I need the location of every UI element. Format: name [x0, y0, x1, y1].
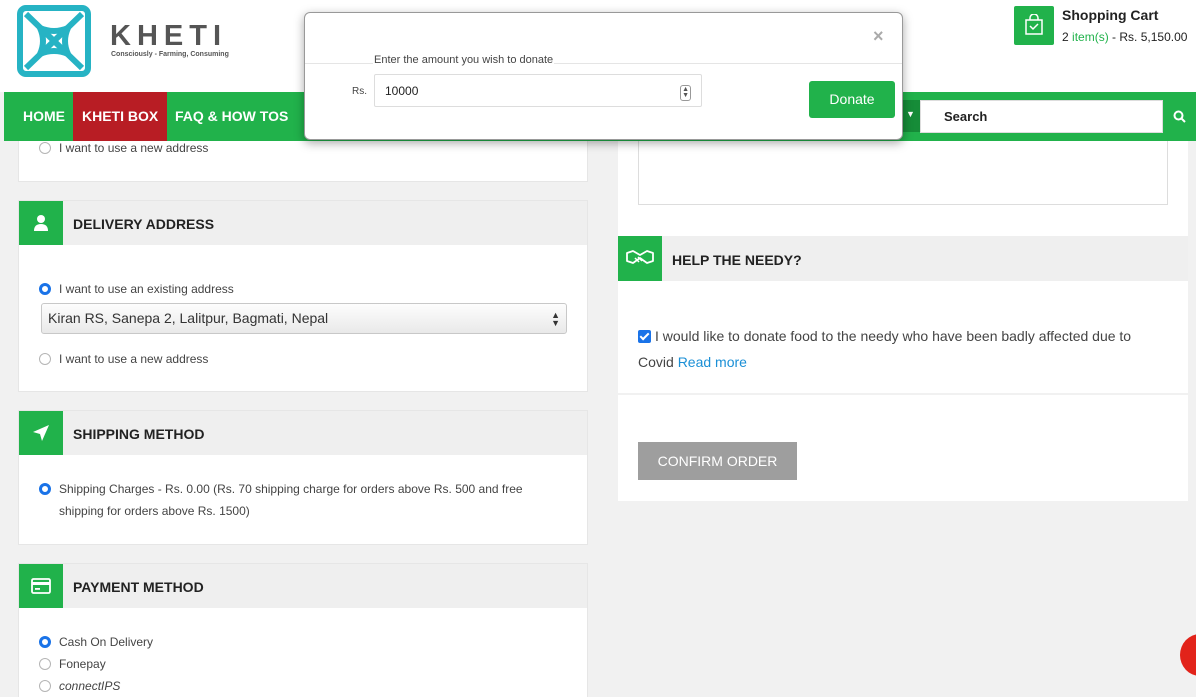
- number-spinner-icon[interactable]: ▲ ▼: [680, 85, 691, 101]
- address-select-value: Kiran RS, Sanepa 2, Lalitpur, Bagmati, N…: [48, 310, 329, 326]
- search-box: [920, 100, 1163, 133]
- billing-panel: I want to use a new address: [18, 141, 588, 182]
- payment-option-connectips[interactable]: connectIPS: [39, 675, 120, 697]
- delivery-title: DELIVERY ADDRESS: [73, 216, 215, 232]
- radio-button[interactable]: [39, 680, 51, 692]
- cart-count: 2: [1062, 30, 1069, 44]
- radio-button[interactable]: [39, 142, 51, 154]
- close-icon[interactable]: ×: [873, 27, 884, 45]
- payment-header: PAYMENT METHOD: [19, 564, 587, 608]
- radio-button-selected[interactable]: [39, 483, 51, 495]
- delivery-header: DELIVERY ADDRESS: [19, 201, 587, 245]
- user-icon: [19, 201, 63, 245]
- read-more-link[interactable]: Read more: [678, 354, 747, 370]
- donate-checkbox[interactable]: [638, 330, 651, 343]
- needy-title: HELP THE NEEDY?: [672, 252, 802, 268]
- select-arrows-icon: ▲ ▼: [551, 310, 560, 328]
- payment-option-cod[interactable]: Cash On Delivery: [39, 631, 153, 653]
- kheti-logo[interactable]: [16, 4, 92, 78]
- donation-modal: × Enter the amount you wish to donate Rs…: [304, 12, 903, 140]
- divider: [618, 393, 1188, 395]
- donate-food-option: I would like to donate food to the needy…: [638, 323, 1158, 375]
- radio-button-selected[interactable]: [39, 283, 51, 295]
- shipping-header: SHIPPING METHOD: [19, 411, 587, 455]
- donation-amount-input[interactable]: [375, 75, 701, 106]
- payment-title: PAYMENT METHOD: [73, 579, 204, 595]
- caret-down-icon: ▼: [906, 109, 915, 119]
- cart-summary[interactable]: 2 item(s) - Rs. 5,150.00: [1062, 30, 1187, 44]
- donate-button[interactable]: Donate: [809, 81, 895, 118]
- search-button[interactable]: [1163, 100, 1196, 133]
- cart-total: - Rs. 5,150.00: [1112, 30, 1188, 44]
- billing-new-address-option[interactable]: I want to use a new address: [39, 137, 208, 159]
- order-summary-column: HELP THE NEEDY? I would like to donate f…: [618, 141, 1188, 501]
- cart-items-label: item(s): [1072, 30, 1109, 44]
- needy-header: HELP THE NEEDY?: [618, 236, 1188, 281]
- payment-option-fonepay[interactable]: Fonepay: [39, 653, 106, 675]
- address-select[interactable]: Kiran RS, Sanepa 2, Lalitpur, Bagmati, N…: [41, 303, 567, 334]
- nav-kheti-box[interactable]: KHETI BOX: [73, 92, 168, 141]
- donation-amount-field: ▲▼: [374, 74, 702, 107]
- radio-button-selected[interactable]: [39, 636, 51, 648]
- credit-card-icon: [19, 564, 63, 608]
- payment-panel: PAYMENT METHOD Cash On Delivery Fonepay …: [18, 563, 588, 697]
- search-input[interactable]: [921, 101, 1162, 132]
- new-address-option[interactable]: I want to use a new address: [39, 348, 208, 370]
- handshake-icon: [618, 236, 662, 281]
- order-comment-textarea[interactable]: [638, 141, 1168, 205]
- location-arrow-icon: [19, 411, 63, 455]
- shipping-title: SHIPPING METHOD: [73, 426, 205, 442]
- shipping-panel: SHIPPING METHOD Shipping Charges - Rs. 0…: [18, 410, 588, 545]
- search-icon: [1173, 110, 1186, 123]
- nav-faq[interactable]: FAQ & HOW TOS: [166, 92, 297, 141]
- brand-tagline: Consciously - Farming, Consuming: [111, 51, 229, 58]
- cart-title[interactable]: Shopping Cart: [1062, 7, 1158, 23]
- radio-button[interactable]: [39, 353, 51, 365]
- brand-name: KHETI: [110, 20, 227, 52]
- confirm-order-button[interactable]: CONFIRM ORDER: [638, 442, 797, 480]
- currency-label: Rs.: [352, 86, 367, 97]
- radio-button[interactable]: [39, 658, 51, 670]
- donation-legend: Enter the amount you wish to donate: [373, 54, 555, 66]
- existing-address-option[interactable]: I want to use an existing address: [39, 278, 234, 300]
- delivery-panel: DELIVERY ADDRESS I want to use an existi…: [18, 200, 588, 392]
- chat-bubble-icon[interactable]: [1180, 634, 1196, 676]
- search-category-dropdown[interactable]: ▼: [900, 100, 922, 132]
- shipping-option[interactable]: Shipping Charges - Rs. 0.00 (Rs. 70 ship…: [39, 478, 539, 522]
- cart-bag-icon[interactable]: [1014, 6, 1054, 45]
- nav-home[interactable]: HOME: [14, 92, 74, 141]
